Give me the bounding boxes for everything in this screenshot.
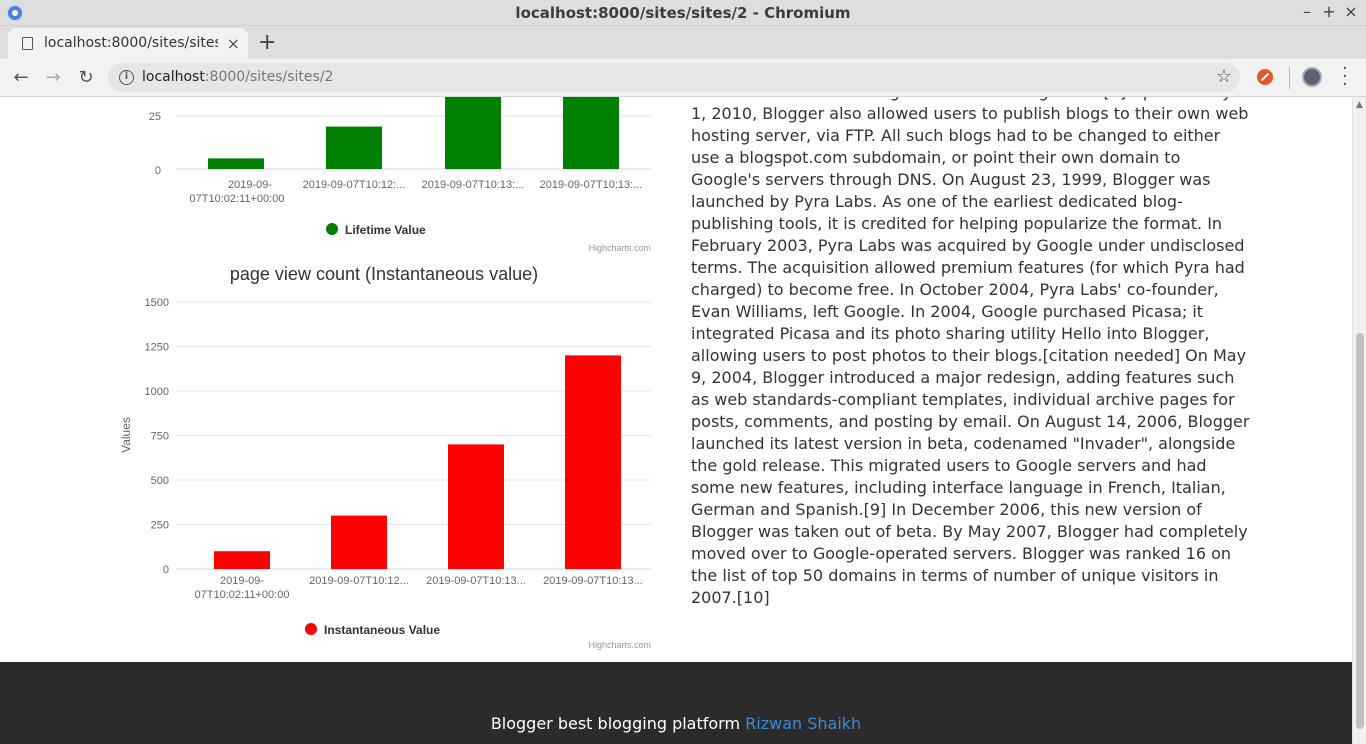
instantaneous-value-chart: page view count (Instantaneous value) Va… xyxy=(119,264,651,650)
x-tick-label: 2019-09-07T10:13:... xyxy=(422,179,525,191)
close-window-button[interactable]: × xyxy=(1341,2,1361,21)
lifetime-value-chart: 25 0 2019-09- 07T10:02:11+00:00 2019-09-… xyxy=(149,97,651,253)
y-tick-label: 750 xyxy=(151,431,169,443)
new-tab-button[interactable]: + xyxy=(258,30,276,55)
forward-button[interactable]: → xyxy=(41,66,65,90)
y-tick-label: 1500 xyxy=(145,297,169,309)
back-button[interactable]: ← xyxy=(9,66,33,90)
highcharts-credits-link[interactable]: Highcharts.com xyxy=(588,640,651,650)
url-host: localhost xyxy=(142,69,205,85)
highcharts-credits-link[interactable]: Highcharts.com xyxy=(588,243,651,253)
y-tick-label: 1000 xyxy=(145,386,169,398)
x-tick-label: 2019-09-07T10:13... xyxy=(543,575,643,587)
x-tick-label: 2019-09- xyxy=(220,575,264,587)
toolbar-divider xyxy=(1289,67,1290,89)
y-tick-label: 25 xyxy=(149,111,161,123)
maximize-button[interactable]: + xyxy=(1319,2,1339,21)
page-footer: Blogger best blogging platform Rizwan Sh… xyxy=(0,662,1352,744)
bar-instantaneous-4[interactable] xyxy=(565,355,621,569)
y-axis-title: Values xyxy=(119,417,133,453)
address-bar[interactable]: i localhost:8000/sites/sites/2 ☆ xyxy=(108,63,1240,92)
url-text[interactable]: localhost:8000/sites/sites/2 xyxy=(142,69,333,85)
browser-tab[interactable]: localhost:8000/sites/sites/2 × xyxy=(8,28,248,59)
tab-strip: localhost:8000/sites/sites/2 × + xyxy=(0,26,1366,59)
page-scrollbar[interactable]: ▲ xyxy=(1352,97,1366,744)
x-tick-label: 07T10:02:11+00:00 xyxy=(195,589,290,601)
tab-title: localhost:8000/sites/sites/2 xyxy=(44,35,218,51)
window-title: localhost:8000/sites/sites/2 - Chromium xyxy=(515,4,851,22)
footer-text: Blogger best blogging platform xyxy=(490,714,741,733)
chart-title: page view count (Instantaneous value) xyxy=(230,264,538,284)
browser-toolbar: ← → ↻ i localhost:8000/sites/sites/2 ☆ ·… xyxy=(0,59,1366,97)
profile-avatar-icon[interactable] xyxy=(1302,67,1322,87)
x-tick-label: 2019-09-07T10:12:... xyxy=(303,179,406,191)
url-path: :8000/sites/sites/2 xyxy=(204,69,334,85)
bookmark-star-icon[interactable]: ☆ xyxy=(1216,66,1232,87)
bar-lifetime-4[interactable] xyxy=(563,97,619,169)
scroll-up-arrow-icon[interactable]: ▲ xyxy=(1356,100,1363,110)
y-tick-label: 1250 xyxy=(145,342,169,354)
y-tick-label: 250 xyxy=(151,520,169,532)
extension-icon[interactable] xyxy=(1257,69,1273,85)
minimize-button[interactable]: – xyxy=(1297,2,1317,21)
legend-label-lifetime[interactable]: Lifetime Value xyxy=(345,223,426,237)
page-icon xyxy=(22,37,33,50)
x-tick-label: 2019-09-07T10:12... xyxy=(309,575,409,587)
legend-label-instantaneous[interactable]: Instantaneous Value xyxy=(324,623,440,637)
window-titlebar: localhost:8000/sites/sites/2 - Chromium … xyxy=(0,0,1366,26)
x-tick-label: 2019-09- xyxy=(228,179,272,191)
legend-marker-lifetime[interactable] xyxy=(326,223,338,235)
x-tick-label: 07T10:02:11+00:00 xyxy=(190,193,285,205)
legend-marker-instantaneous[interactable] xyxy=(305,623,317,635)
footer-author-link[interactable]: Rizwan Shaikh xyxy=(745,714,861,733)
reload-button[interactable]: ↻ xyxy=(74,66,98,90)
y-tick-label: 0 xyxy=(155,165,161,177)
x-tick-label: 2019-09-07T10:13... xyxy=(426,575,526,587)
footer-text-line: Blogger best blogging platform Rizwan Sh… xyxy=(0,714,1352,733)
bar-lifetime-3[interactable] xyxy=(445,97,501,169)
bar-lifetime-2[interactable] xyxy=(326,126,382,169)
bar-instantaneous-3[interactable] xyxy=(448,444,504,569)
scrollbar-thumb[interactable] xyxy=(1356,333,1364,729)
page-viewport: 25 0 2019-09- 07T10:02:11+00:00 2019-09-… xyxy=(0,97,1352,744)
menu-dots-icon[interactable]: · · · xyxy=(1340,60,1350,94)
x-tick-label: 2019-09-07T10:13:... xyxy=(540,179,643,191)
bar-instantaneous-1[interactable] xyxy=(214,551,270,569)
bar-instantaneous-2[interactable] xyxy=(331,515,387,569)
y-tick-label: 0 xyxy=(163,564,169,576)
tab-close-icon[interactable]: × xyxy=(227,34,240,53)
site-info-icon[interactable]: i xyxy=(119,70,134,85)
y-tick-label: 500 xyxy=(151,475,169,487)
bar-lifetime-1[interactable] xyxy=(208,158,264,169)
article-text: their own domain to Google's servers thr… xyxy=(691,97,1250,607)
